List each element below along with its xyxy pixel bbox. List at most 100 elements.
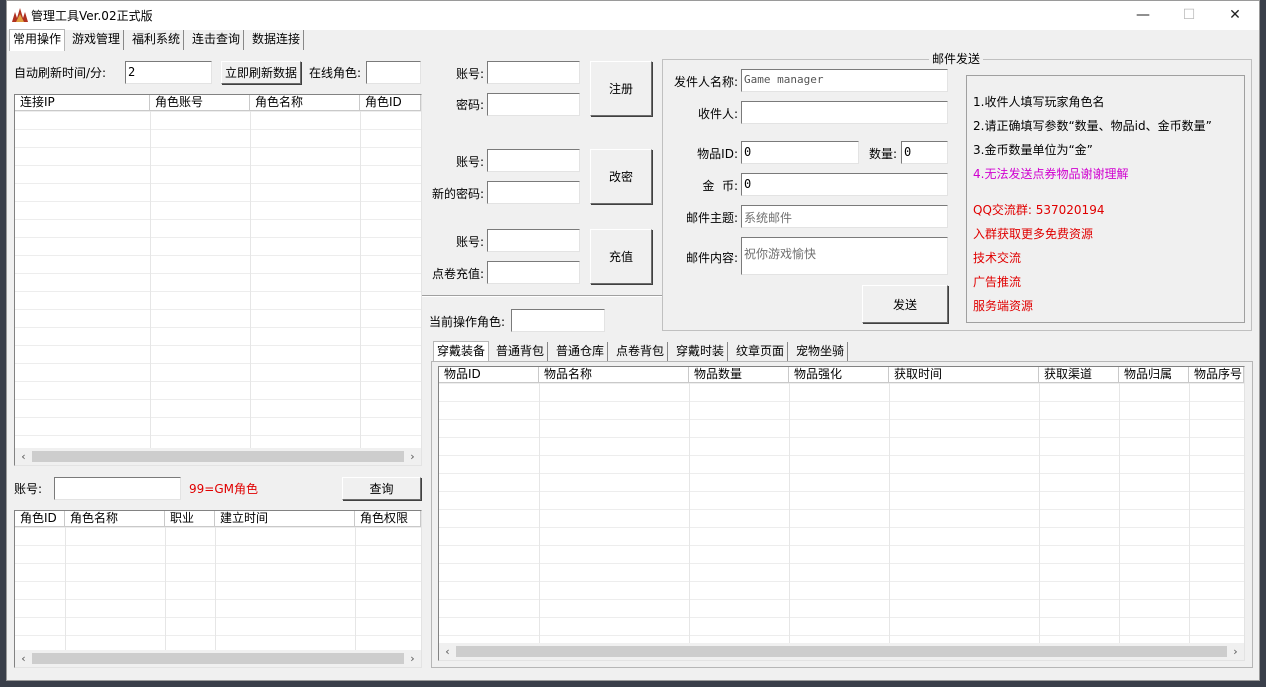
column-header[interactable]: 角色ID [360, 95, 421, 111]
scroll-right-icon[interactable]: › [1227, 643, 1244, 660]
sender-name-input[interactable]: Game manager [741, 69, 948, 92]
refresh-interval-label: 自动刷新时间/分: [14, 66, 107, 80]
horizontal-scrollbar[interactable]: ‹ › [15, 448, 421, 465]
column-divider [789, 383, 790, 643]
change-password-button[interactable]: 改密 [590, 149, 652, 204]
item-table[interactable]: 物品ID 物品名称 物品数量 物品强化 获取时间 获取渠道 物品归属 物品序号 … [438, 366, 1245, 661]
role-table[interactable]: 角色ID 角色名称 职业 建立时间 角色权限 ‹ › [14, 510, 422, 668]
horizontal-scrollbar[interactable]: ‹ › [439, 643, 1244, 660]
column-divider [355, 527, 356, 650]
register-button[interactable]: 注册 [590, 61, 652, 116]
column-header[interactable]: 角色ID [15, 511, 65, 527]
subject-input[interactable]: 系统邮件 [741, 205, 948, 228]
tab-worn-equipment[interactable]: 穿戴装备 [433, 341, 490, 363]
column-header[interactable]: 物品名称 [539, 367, 689, 383]
change-pw-account-label: 账号: [455, 155, 484, 169]
promo-link[interactable]: 技术交流 [973, 251, 1021, 265]
promo-link[interactable]: 入群获取更多免费资源 [973, 227, 1093, 241]
tab-normal-warehouse[interactable]: 普通仓库 [553, 342, 609, 362]
tab-combo-query[interactable]: 连击查询 [189, 30, 245, 50]
column-divider [889, 383, 890, 643]
tab-emblem-page[interactable]: 纹章页面 [733, 342, 789, 362]
online-table-header: 连接IP 角色账号 角色名称 角色ID [15, 95, 421, 111]
scroll-right-icon[interactable]: › [404, 448, 421, 465]
column-header[interactable]: 角色名称 [65, 511, 165, 527]
online-role-table[interactable]: 连接IP 角色账号 角色名称 角色ID ‹ › [14, 94, 422, 466]
gold-input[interactable]: 0 [741, 173, 948, 196]
points-recharge-label: 点卷充值: [431, 267, 484, 281]
column-header[interactable]: 获取渠道 [1039, 367, 1119, 383]
register-password-input[interactable] [487, 93, 580, 116]
current-role-input[interactable] [511, 309, 605, 332]
minimize-button[interactable]: — [1120, 1, 1166, 30]
online-role-input[interactable] [366, 61, 421, 84]
tab-data-connection[interactable]: 数据连接 [249, 30, 305, 50]
change-pw-account-input[interactable] [487, 149, 580, 172]
subject-label: 邮件主题: [685, 211, 738, 225]
column-header[interactable]: 获取时间 [889, 367, 1039, 383]
current-role-label: 当前操作角色: [429, 315, 506, 329]
promo-link[interactable]: 广告推流 [973, 275, 1021, 289]
scroll-right-icon[interactable]: › [404, 650, 421, 667]
scroll-left-icon[interactable]: ‹ [439, 643, 456, 660]
tab-points-bag[interactable]: 点卷背包 [613, 342, 669, 362]
column-divider [150, 111, 151, 448]
column-header[interactable]: 物品强化 [789, 367, 889, 383]
column-header[interactable]: 物品序号 [1189, 367, 1244, 383]
column-header[interactable]: 角色名称 [250, 95, 360, 111]
note-line-2: 2.请正确填写参数“数量、物品id、金币数量” [973, 119, 1212, 133]
note-line-1: 1.收件人填写玩家角色名 [973, 95, 1105, 109]
column-divider [250, 111, 251, 448]
close-button[interactable]: ✕ [1212, 1, 1258, 30]
promo-link[interactable]: 服务端资源 [973, 299, 1033, 313]
horizontal-scrollbar[interactable]: ‹ › [15, 650, 421, 667]
scroll-left-icon[interactable]: ‹ [15, 650, 32, 667]
recipient-input[interactable] [741, 101, 948, 124]
query-account-input[interactable] [54, 477, 181, 500]
refresh-now-button[interactable]: 立即刷新数据 [221, 61, 301, 84]
send-mail-button[interactable]: 发送 [862, 285, 948, 323]
column-header[interactable]: 物品数量 [689, 367, 789, 383]
tab-pets-mounts[interactable]: 宠物坐骑 [793, 342, 849, 362]
scrollbar-thumb[interactable] [32, 653, 404, 664]
content-textarea[interactable]: 祝你游戏愉快 [741, 237, 948, 275]
query-button[interactable]: 查询 [342, 477, 421, 500]
recharge-account-label: 账号: [455, 235, 484, 249]
recharge-button[interactable]: 充值 [590, 229, 652, 284]
quantity-input[interactable]: 0 [901, 141, 948, 164]
refresh-interval-input[interactable]: 2 [125, 61, 212, 84]
points-recharge-input[interactable] [487, 261, 580, 284]
mail-group-title: 邮件发送 [929, 52, 984, 66]
scroll-left-icon[interactable]: ‹ [15, 448, 32, 465]
column-divider [689, 383, 690, 643]
new-password-label: 新的密码: [431, 187, 484, 201]
column-header[interactable]: 建立时间 [215, 511, 355, 527]
column-header[interactable]: 角色权限 [355, 511, 421, 527]
maximize-button[interactable]: ☐ [1166, 1, 1212, 30]
tab-normal-bag[interactable]: 普通背包 [493, 342, 549, 362]
column-header[interactable]: 物品ID [439, 367, 539, 383]
tab-game-management[interactable]: 游戏管理 [69, 30, 125, 50]
tab-welfare-system[interactable]: 福利系统 [129, 30, 185, 50]
recipient-label: 收件人: [697, 107, 738, 121]
column-header[interactable]: 角色账号 [150, 95, 250, 111]
gm-role-note: 99=GM角色 [189, 482, 258, 496]
quantity-label: 数量: [869, 147, 898, 161]
register-account-input[interactable] [487, 61, 580, 84]
query-account-label: 账号: [14, 482, 43, 496]
item-id-input[interactable]: 0 [741, 141, 859, 164]
column-divider [1119, 383, 1120, 643]
tab-worn-fashion[interactable]: 穿戴时装 [673, 342, 729, 362]
column-header[interactable]: 连接IP [15, 95, 150, 111]
scrollbar-thumb[interactable] [32, 451, 404, 462]
qq-group-link[interactable]: QQ交流群: 537020194 [973, 203, 1104, 217]
column-header[interactable]: 职业 [165, 511, 215, 527]
new-password-input[interactable] [487, 181, 580, 204]
scrollbar-thumb[interactable] [456, 646, 1227, 657]
recharge-account-input[interactable] [487, 229, 580, 252]
tab-common-ops[interactable]: 常用操作 [9, 29, 66, 51]
table-grid [15, 527, 421, 650]
column-header[interactable]: 物品归属 [1119, 367, 1189, 383]
content-label: 邮件内容: [685, 251, 738, 265]
window-title: 管理工具Ver.02正式版 [31, 9, 153, 23]
